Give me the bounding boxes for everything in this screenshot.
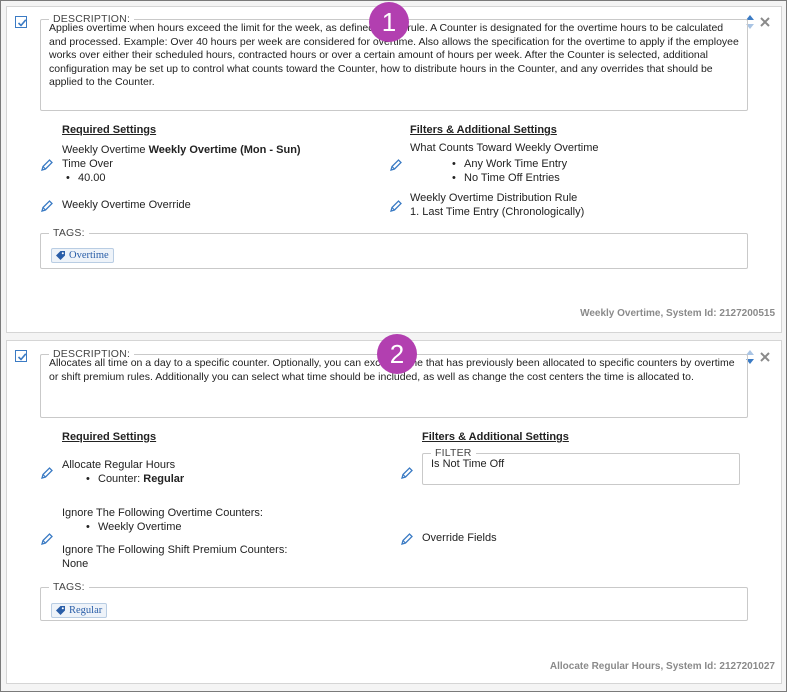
tags-box: TAGS:: [40, 227, 748, 269]
tag-regular[interactable]: Regular: [51, 603, 108, 618]
pencil-icon[interactable]: [40, 466, 54, 480]
close-icon[interactable]: [759, 351, 771, 363]
rule-footer: Allocate Regular Hours, System Id: 21272…: [549, 661, 775, 672]
callout-badge-2: 2: [377, 334, 417, 374]
pencil-icon[interactable]: [400, 532, 414, 546]
time-over-value: 40.00: [66, 172, 105, 184]
required-settings-title: Required Settings: [62, 124, 157, 136]
tag-label: Regular: [69, 605, 103, 616]
pencil-icon[interactable]: [400, 466, 414, 480]
checkbox-checked-icon: [17, 19, 27, 27]
ignore-overtime-label: Ignore The Following Overtime Counters:: [62, 507, 263, 519]
ignore-shift-premium-value: None: [62, 558, 89, 570]
allocate-label: Allocate Regular Hours: [62, 459, 176, 471]
close-icon[interactable]: [759, 16, 771, 28]
distribution-title: Weekly Overtime Distribution Rule: [410, 192, 578, 204]
ignore-overtime-item: Weekly Overtime: [86, 521, 181, 533]
setting-name: Weekly Overtime Weekly Overtime (Mon - S…: [62, 144, 301, 156]
time-over-label: Time Over: [62, 158, 113, 170]
pencil-icon[interactable]: [389, 199, 403, 213]
pencil-icon[interactable]: [40, 532, 54, 546]
pencil-icon[interactable]: [40, 199, 54, 213]
rule-card-allocate-regular: DESCRIPTION: Allocates all time on a day…: [6, 340, 782, 684]
checkbox-checked-icon: [17, 353, 27, 361]
rule-controls: [745, 349, 775, 365]
rule-controls: [745, 14, 775, 30]
counts-toward-title: What Counts Toward Weekly Overtime: [410, 142, 599, 154]
tags-box: TAGS:: [40, 581, 748, 621]
override-label: Weekly Overtime Override: [62, 199, 191, 211]
rule-select-checkbox[interactable]: [15, 350, 27, 362]
pencil-icon[interactable]: [389, 158, 403, 172]
filters-settings-title: Filters & Additional Settings: [410, 124, 557, 136]
counts-toward-item: Any Work Time Entry: [452, 158, 567, 170]
distribution-value: 1. Last Time Entry (Chronologically): [410, 206, 585, 218]
tag-icon: [56, 251, 65, 260]
override-fields-label: Override Fields: [422, 532, 497, 544]
pencil-icon[interactable]: [40, 158, 54, 172]
counter-item: Counter: Regular: [86, 473, 184, 485]
rules-panel: DESCRIPTION: Applies overtime when hours…: [0, 0, 787, 692]
tag-overtime[interactable]: Overtime: [51, 248, 114, 263]
counts-toward-item: No Time Off Entries: [452, 172, 560, 184]
filter-value: Is Not Time Off: [431, 458, 505, 470]
rule-select-checkbox[interactable]: [15, 16, 27, 28]
rule-card-weekly-overtime: DESCRIPTION: Applies overtime when hours…: [6, 6, 782, 333]
tag-icon: [56, 606, 65, 615]
filters-settings-title: Filters & Additional Settings: [422, 431, 569, 443]
tags-legend: TAGS:: [53, 581, 85, 593]
rule-footer: Weekly Overtime, System Id: 2127200515: [580, 308, 775, 319]
tag-label: Overtime: [69, 250, 109, 261]
callout-badge-1: 1: [369, 2, 409, 42]
tags-legend: TAGS:: [53, 227, 85, 239]
required-settings-title: Required Settings: [62, 431, 157, 443]
filter-box: FILTER Is Not Time Off: [422, 447, 740, 485]
ignore-shift-premium-label: Ignore The Following Shift Premium Count…: [62, 544, 288, 556]
